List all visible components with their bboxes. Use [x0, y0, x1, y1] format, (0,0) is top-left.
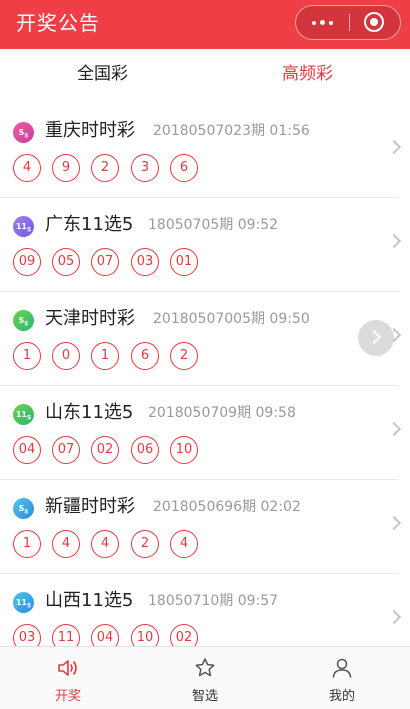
- tab-high-frequency[interactable]: 高频彩: [205, 49, 410, 99]
- number-ball: 10: [131, 624, 159, 646]
- chevron-right-icon: [386, 233, 402, 249]
- number-ball: 11: [52, 624, 80, 646]
- 11x5-badge-icon: 115: [13, 404, 34, 425]
- lottery-category-tabs: 全国彩 高频彩: [0, 49, 410, 99]
- chevron-right-icon: [386, 139, 402, 155]
- number-ball: 03: [131, 248, 159, 276]
- number-ball: 02: [170, 624, 198, 646]
- number-ball: 1: [13, 342, 41, 370]
- ssc-badge-icon: SS: [13, 122, 34, 143]
- lottery-name: 广东11选5: [45, 214, 134, 235]
- number-ball: 4: [52, 530, 80, 558]
- tabbar-item-draw[interactable]: 开奖: [0, 647, 136, 709]
- lottery-row-tianjin[interactable]: SS 天津时时彩 20180507005期 09:50 1 0 1 6 2: [0, 292, 410, 386]
- lottery-row-guangdong[interactable]: 115 广东11选5 18050705期 09:52 09 05 07 03 0…: [0, 198, 410, 292]
- ssc-badge-icon: SS: [13, 310, 34, 331]
- 11x5-badge-icon: 115: [13, 592, 34, 613]
- number-ball: 01: [170, 248, 198, 276]
- lottery-row-chongqing[interactable]: SS 重庆时时彩 20180507023期 01:56 4 9 2 3 6: [0, 104, 410, 198]
- number-ball: 09: [13, 248, 41, 276]
- number-ball: 6: [170, 154, 198, 182]
- number-ball: 07: [52, 436, 80, 464]
- lottery-row-shandong[interactable]: 115 山东11选5 2018050709期 09:58 04 07 02 06…: [0, 386, 410, 480]
- lottery-results-list: SS 重庆时时彩 20180507023期 01:56 4 9 2 3 6 11…: [0, 104, 410, 646]
- number-ball: 05: [52, 248, 80, 276]
- number-ball: 1: [91, 342, 119, 370]
- number-ball: 4: [170, 530, 198, 558]
- page-title: 开奖公告: [16, 11, 100, 35]
- tabbar-item-smart-pick[interactable]: 智选: [137, 647, 273, 709]
- draw-info: 2018050696期 02:02: [153, 499, 301, 515]
- number-ball: 2: [170, 342, 198, 370]
- draw-info: 18050710期 09:57: [148, 593, 279, 609]
- number-ball: 6: [131, 342, 159, 370]
- number-ball: 03: [13, 624, 41, 646]
- lottery-row-shanxi[interactable]: 115 山西11选5 18050710期 09:57 03 11 04 10 0…: [0, 574, 410, 646]
- speaker-icon: [58, 660, 77, 676]
- draw-info: 2018050709期 09:58: [148, 405, 296, 421]
- tab-national[interactable]: 全国彩: [0, 49, 205, 99]
- number-ball: 9: [52, 154, 80, 182]
- app-header: 开奖公告: [0, 0, 410, 49]
- number-ball: 1: [13, 530, 41, 558]
- lottery-name: 新疆时时彩: [45, 496, 135, 517]
- chevron-right-icon: [386, 421, 402, 437]
- lottery-name: 天津时时彩: [45, 308, 135, 329]
- draw-info: 20180507005期 09:50: [153, 311, 310, 327]
- number-ball: 04: [13, 436, 41, 464]
- tabbar-label: 智选: [191, 689, 218, 704]
- chevron-right-icon: [386, 515, 402, 531]
- number-ball: 2: [91, 154, 119, 182]
- draw-info: 18050705期 09:52: [148, 217, 279, 233]
- ssc-badge-icon: SS: [13, 498, 34, 519]
- more-options-icon[interactable]: [296, 6, 349, 39]
- person-icon: [332, 658, 352, 678]
- number-ball: 07: [91, 248, 119, 276]
- chevron-right-icon: [366, 329, 382, 345]
- lottery-row-xinjiang[interactable]: SS 新疆时时彩 2018050696期 02:02 1 4 4 2 4: [0, 480, 410, 574]
- number-ball: 02: [91, 436, 119, 464]
- number-ball: 0: [52, 342, 80, 370]
- number-ball: 10: [170, 436, 198, 464]
- number-ball: 04: [91, 624, 119, 646]
- number-ball: 06: [131, 436, 159, 464]
- tabbar-item-profile[interactable]: 我的: [274, 647, 410, 709]
- tabbar-label: 开奖: [54, 689, 81, 704]
- lottery-name: 山西11选5: [45, 590, 134, 611]
- bottom-tab-bar: 开奖 智选 我的: [0, 646, 410, 709]
- chevron-right-icon: [386, 609, 402, 625]
- floating-next-button[interactable]: [358, 320, 394, 356]
- tabbar-label: 我的: [328, 689, 355, 704]
- lottery-name: 山东11选5: [45, 402, 134, 423]
- number-ball: 2: [131, 530, 159, 558]
- star-icon: [195, 658, 215, 677]
- number-ball: 4: [91, 530, 119, 558]
- draw-info: 20180507023期 01:56: [153, 123, 310, 139]
- number-ball: 3: [131, 154, 159, 182]
- number-ball: 4: [13, 154, 41, 182]
- 11x5-badge-icon: 115: [13, 216, 34, 237]
- mini-program-capsule: [295, 5, 401, 40]
- close-mini-program-icon[interactable]: [350, 6, 401, 39]
- lottery-name: 重庆时时彩: [45, 120, 135, 141]
